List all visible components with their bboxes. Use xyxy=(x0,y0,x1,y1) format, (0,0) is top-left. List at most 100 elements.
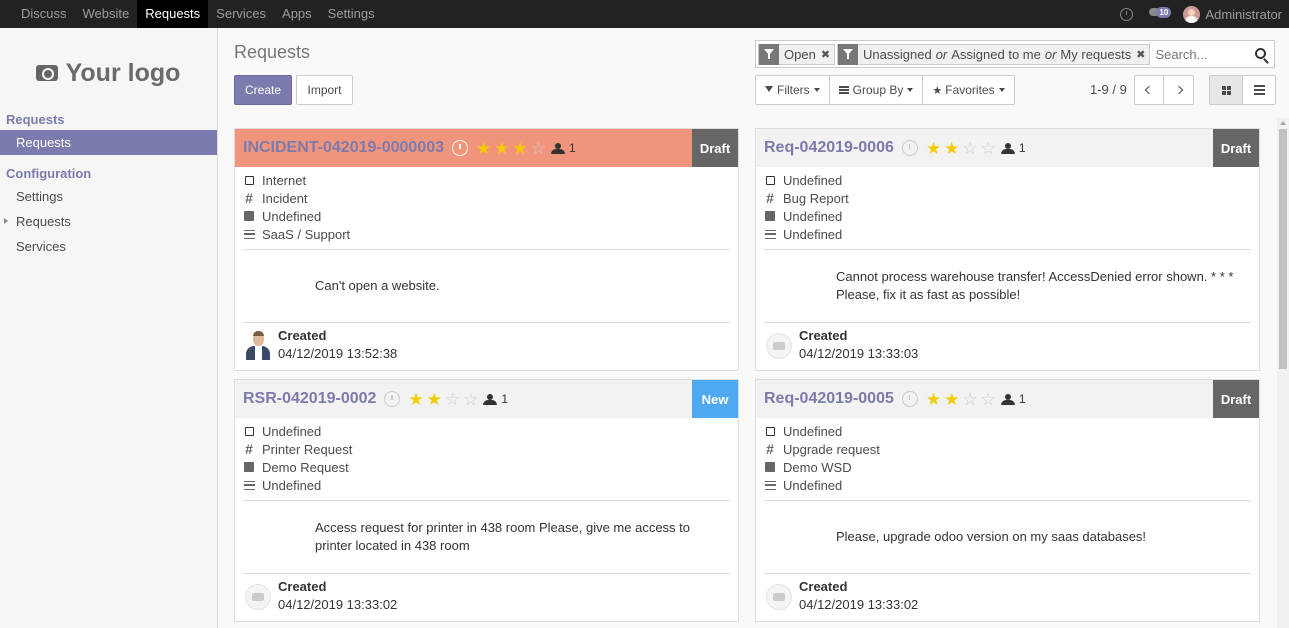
kanban-view-button[interactable] xyxy=(1210,76,1243,104)
sidebar-section-requests[interactable]: Requests xyxy=(0,110,217,130)
star-outline-icon[interactable]: ☆ xyxy=(981,140,996,157)
star-icon[interactable]: ★ xyxy=(408,391,423,408)
card-footer: Created 04/12/2019 13:33:03 xyxy=(756,323,1259,363)
filter-facet-assignment: Unassigned or Assigned to me or My reque… xyxy=(837,43,1151,65)
star-icon[interactable]: ★ xyxy=(944,140,959,157)
list-view-button[interactable] xyxy=(1243,76,1275,104)
created-label: Created xyxy=(278,328,327,343)
request-name[interactable]: Req-042019-0006 xyxy=(764,139,894,157)
followers-count: 1 xyxy=(569,141,576,155)
sidebar-item-requests[interactable]: Requests xyxy=(0,130,217,155)
activity-clock-icon[interactable] xyxy=(1120,7,1134,21)
field-service: Undefined xyxy=(764,476,1251,494)
star-icon[interactable]: ★ xyxy=(926,391,941,408)
star-outline-icon[interactable]: ☆ xyxy=(962,391,977,408)
field-value: Undefined xyxy=(783,172,843,188)
hash-icon: # xyxy=(245,441,253,457)
search-icon[interactable] xyxy=(1255,48,1266,59)
groupby-dropdown[interactable]: Group By xyxy=(830,76,924,104)
scrollbar-thumb[interactable] xyxy=(1279,129,1287,369)
request-description: Please, upgrade odoo version on my saas … xyxy=(836,529,1147,544)
sidebar-item-config-requests[interactable]: Requests xyxy=(0,209,217,234)
star-outline-icon[interactable]: ☆ xyxy=(445,391,460,408)
star-outline-icon[interactable]: ☆ xyxy=(531,140,546,157)
star-icon[interactable]: ★ xyxy=(476,140,491,157)
remove-facet-icon[interactable]: ✖ xyxy=(1136,48,1145,61)
request-name[interactable]: Req-042019-0005 xyxy=(764,390,894,408)
kanban-card[interactable]: INCIDENT-042019-0000003 ★ ★ ★ ☆ 1 Draft … xyxy=(234,128,739,371)
pager-next-button[interactable] xyxy=(1164,76,1193,104)
request-name[interactable]: RSR-042019-0002 xyxy=(243,390,376,408)
search-input[interactable] xyxy=(1155,46,1256,62)
camera-icon xyxy=(35,65,58,81)
menu-settings[interactable]: Settings xyxy=(320,0,383,28)
messaging-icon[interactable]: 10 xyxy=(1149,7,1172,21)
pager-value[interactable]: 1-9 / 9 xyxy=(1090,82,1127,97)
star-outline-icon[interactable]: ☆ xyxy=(463,391,478,408)
square-icon xyxy=(243,462,255,472)
pager-previous-button[interactable] xyxy=(1135,76,1164,104)
checkbox-icon xyxy=(243,426,255,436)
filters-dropdown[interactable]: Filters xyxy=(756,76,830,104)
hash-icon: # xyxy=(245,190,253,206)
request-description: Access request for printer in 438 room P… xyxy=(315,520,691,553)
star-outline-icon[interactable]: ☆ xyxy=(962,140,977,157)
stage-badge: New xyxy=(692,380,738,418)
field-value: Upgrade request xyxy=(783,441,880,457)
star-icon[interactable]: ★ xyxy=(427,391,442,408)
sidebar-item-settings[interactable]: Settings xyxy=(0,184,217,209)
hash-icon: # xyxy=(766,441,774,457)
favorites-dropdown[interactable]: ★ Favorites xyxy=(923,76,1013,104)
star-icon[interactable]: ★ xyxy=(944,391,959,408)
sidebar-item-label: Requests xyxy=(16,214,71,229)
menu-discuss[interactable]: Discuss xyxy=(13,0,75,28)
created-date: 04/12/2019 13:33:02 xyxy=(799,597,919,612)
chevron-left-icon xyxy=(1144,85,1154,95)
stage-badge: Draft xyxy=(692,129,738,167)
star-icon[interactable]: ★ xyxy=(513,140,528,157)
menu-services[interactable]: Services xyxy=(208,0,274,28)
sidebar-item-services[interactable]: Services xyxy=(0,234,217,259)
field-channel: Undefined xyxy=(764,171,1251,189)
kanban-card[interactable]: Req-042019-0005 ★ ★ ☆ ☆ 1 Draft Undefine… xyxy=(755,379,1260,622)
import-button[interactable]: Import xyxy=(296,75,353,105)
user-avatar[interactable] xyxy=(1183,5,1201,23)
company-logo[interactable]: Your logo xyxy=(18,48,198,98)
activity-clock-icon[interactable] xyxy=(384,391,401,407)
created-date: 04/12/2019 13:33:03 xyxy=(799,346,919,361)
chevron-down-icon xyxy=(813,88,820,92)
followers: 1 xyxy=(1000,141,1026,155)
activity-clock-icon[interactable] xyxy=(901,391,918,407)
activity-clock-icon[interactable] xyxy=(901,140,918,156)
star-icon[interactable]: ★ xyxy=(494,140,509,157)
user-menu[interactable]: Administrator xyxy=(1205,7,1282,22)
created-date: 04/12/2019 13:52:38 xyxy=(278,346,398,361)
priority-stars: ★ ★ ☆ ☆ xyxy=(926,391,996,408)
created-label: Created xyxy=(278,579,327,594)
create-button[interactable]: Create xyxy=(234,75,292,105)
checkbox-icon xyxy=(243,175,255,185)
vertical-scrollbar[interactable] xyxy=(1277,118,1289,628)
field-channel: Undefined xyxy=(764,422,1251,440)
facet-value-unassigned: Unassigned xyxy=(863,46,932,62)
field-service: Undefined xyxy=(764,225,1251,243)
card-footer: Created 04/12/2019 13:33:02 xyxy=(756,574,1259,614)
star-outline-icon[interactable]: ☆ xyxy=(981,391,996,408)
kanban-card[interactable]: Req-042019-0006 ★ ★ ☆ ☆ 1 Draft Undefine… xyxy=(755,128,1260,371)
menu-website[interactable]: Website xyxy=(75,0,138,28)
request-name[interactable]: INCIDENT-042019-0000003 xyxy=(243,139,444,157)
message-count-badge: 10 xyxy=(1156,7,1172,18)
scroll-up-arrow-icon[interactable] xyxy=(1280,121,1286,125)
activity-clock-icon[interactable] xyxy=(452,140,469,156)
card-header: Req-042019-0006 ★ ★ ☆ ☆ 1 Draft xyxy=(756,129,1259,167)
menu-requests[interactable]: Requests xyxy=(137,0,209,28)
remove-facet-icon[interactable]: ✖ xyxy=(821,48,830,61)
field-channel: Undefined xyxy=(243,422,730,440)
sidebar-section-configuration[interactable]: Configuration xyxy=(0,164,217,184)
kanban-card[interactable]: RSR-042019-0002 ★ ★ ☆ ☆ 1 New Undefined … xyxy=(234,379,739,622)
field-service: Undefined xyxy=(243,476,730,494)
field-type: # Upgrade request xyxy=(764,440,1251,458)
menu-apps[interactable]: Apps xyxy=(274,0,320,28)
filter-icon xyxy=(759,43,779,65)
star-icon[interactable]: ★ xyxy=(926,140,941,157)
